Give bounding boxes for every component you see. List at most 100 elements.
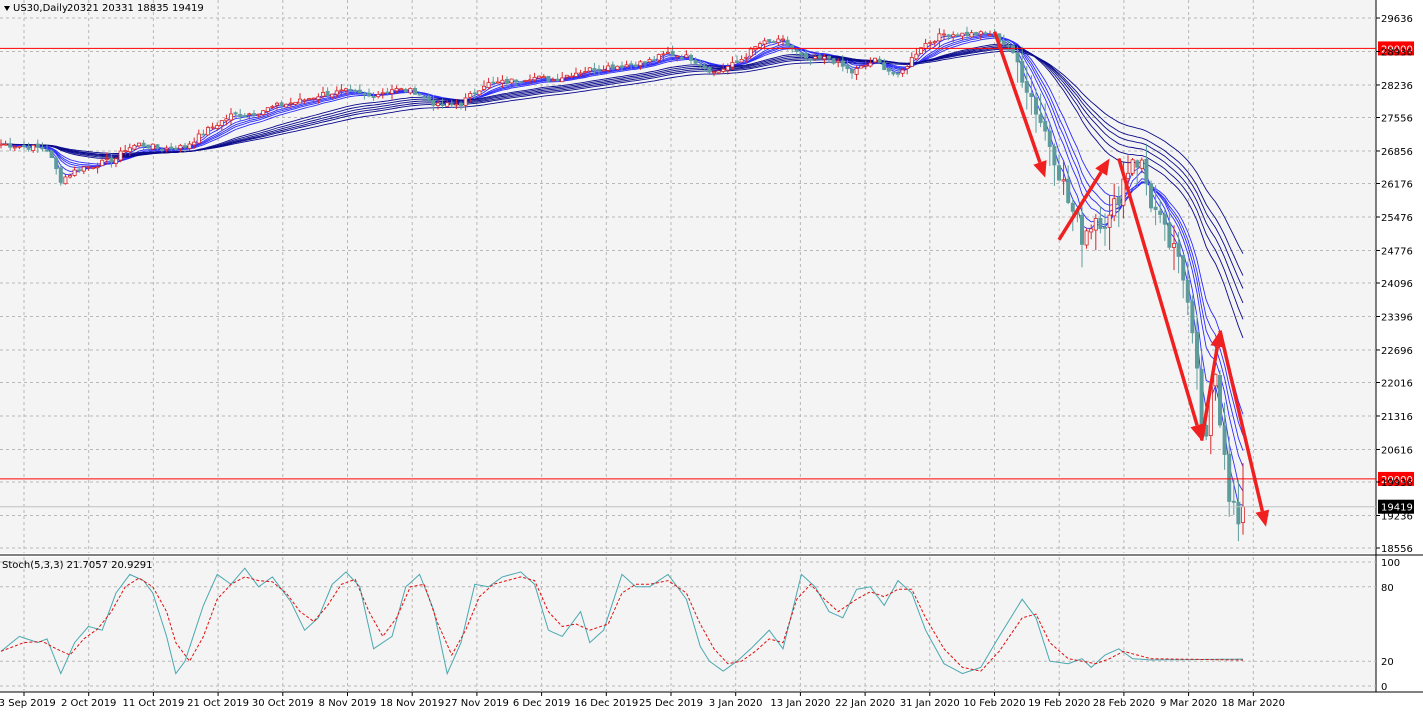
candle-body	[1126, 172, 1131, 179]
candle-body	[808, 58, 813, 61]
candle-body	[0, 143, 4, 146]
candle-body	[923, 43, 928, 50]
candle-body	[284, 103, 289, 108]
candle-body	[928, 41, 933, 44]
candle-body	[914, 53, 919, 60]
candle-body	[454, 103, 459, 106]
candle-body	[21, 144, 26, 147]
candle-body	[1080, 214, 1085, 245]
candle-body	[3, 143, 8, 146]
date-tick-label: 31 Jan 2020	[900, 698, 960, 709]
candle-body	[684, 54, 689, 58]
price-tick-label: 29636	[1381, 14, 1413, 25]
candle-body	[495, 81, 500, 84]
candle-body	[247, 113, 252, 116]
price-tick-label: 22696	[1381, 346, 1413, 357]
date-tick-label: 25 Dec 2019	[639, 698, 703, 709]
price-tick-label: 23396	[1381, 312, 1413, 323]
candle-body	[1015, 52, 1020, 63]
candle-body	[965, 31, 970, 37]
candle-body	[394, 88, 399, 92]
candle-body	[293, 101, 298, 105]
candle-body	[537, 75, 542, 79]
candle-body	[1089, 228, 1094, 233]
candle-body	[261, 110, 266, 115]
candle-body	[946, 34, 951, 38]
candle-body	[288, 102, 293, 105]
candle-body	[95, 166, 100, 169]
candle-body	[1153, 206, 1158, 210]
price-tick-label: 28236	[1381, 81, 1413, 92]
candle-body	[1176, 242, 1181, 257]
candle-body	[592, 68, 597, 71]
candle-body	[813, 56, 818, 59]
candle-body	[1130, 159, 1135, 174]
candle-body	[1066, 178, 1071, 203]
candle-body	[822, 56, 827, 60]
candle-body	[417, 93, 422, 96]
candle-body	[771, 41, 776, 43]
candle-body	[932, 41, 937, 44]
candle-body	[155, 144, 160, 149]
candle-body	[817, 55, 822, 59]
date-tick-label: 8 Nov 2019	[319, 698, 377, 709]
candle-body	[716, 70, 721, 74]
oscillator-panel	[0, 557, 1376, 692]
candle-body	[896, 72, 901, 75]
candle-body	[532, 76, 537, 81]
candle-body	[389, 89, 394, 94]
candle-body	[123, 150, 128, 153]
candle-body	[1236, 501, 1241, 525]
candle-body	[182, 145, 187, 148]
candle-body	[307, 98, 312, 100]
candle-body	[150, 143, 155, 150]
candle-body	[873, 57, 878, 63]
candle-body	[256, 113, 261, 116]
candle-body	[978, 31, 983, 35]
candle-body	[518, 81, 523, 83]
candle-body	[77, 169, 82, 172]
candle-body	[100, 159, 105, 167]
candle-body	[652, 59, 657, 62]
candle-body	[426, 96, 431, 101]
candle-body	[233, 112, 238, 115]
candle-body	[1116, 196, 1121, 206]
candle-body	[827, 55, 832, 59]
candle-body	[1158, 210, 1163, 215]
candle-body	[1213, 373, 1218, 387]
candle-body	[702, 65, 707, 69]
candle-body	[58, 167, 63, 183]
ohlc-readout: 20321 20331 18835 19419	[67, 3, 204, 14]
candle-body	[238, 113, 243, 117]
candle-body	[514, 79, 519, 83]
chart-canvas: 290002000019419 296362893628236275562685…	[0, 0, 1423, 716]
candle-body	[500, 79, 505, 84]
candle-body	[937, 33, 942, 42]
price-tick-label: 19236	[1381, 511, 1413, 522]
candle-body	[661, 53, 666, 56]
candle-body	[17, 145, 22, 148]
candle-body	[569, 75, 574, 78]
candle-body	[739, 58, 744, 63]
candle-body	[955, 34, 960, 37]
candle-body	[1020, 60, 1025, 83]
candle-body	[564, 74, 569, 78]
candle-body	[201, 133, 206, 136]
candle-body	[1107, 214, 1112, 228]
candle-body	[1139, 159, 1144, 169]
candle-body	[403, 88, 408, 93]
candle-body	[712, 71, 717, 74]
candle-body	[265, 107, 270, 112]
candle-body	[146, 144, 151, 149]
candle-body	[840, 60, 845, 67]
candle-body	[380, 92, 385, 95]
osc-tick-label: 80	[1381, 583, 1394, 594]
candle-body	[1241, 506, 1246, 523]
candle-body	[132, 144, 137, 150]
candle-body	[1185, 279, 1190, 303]
candle-body	[638, 61, 643, 66]
candle-body	[1093, 218, 1098, 231]
candle-body	[109, 157, 114, 163]
date-tick-label: 22 Jan 2020	[835, 698, 895, 709]
candle-body	[1199, 368, 1204, 427]
